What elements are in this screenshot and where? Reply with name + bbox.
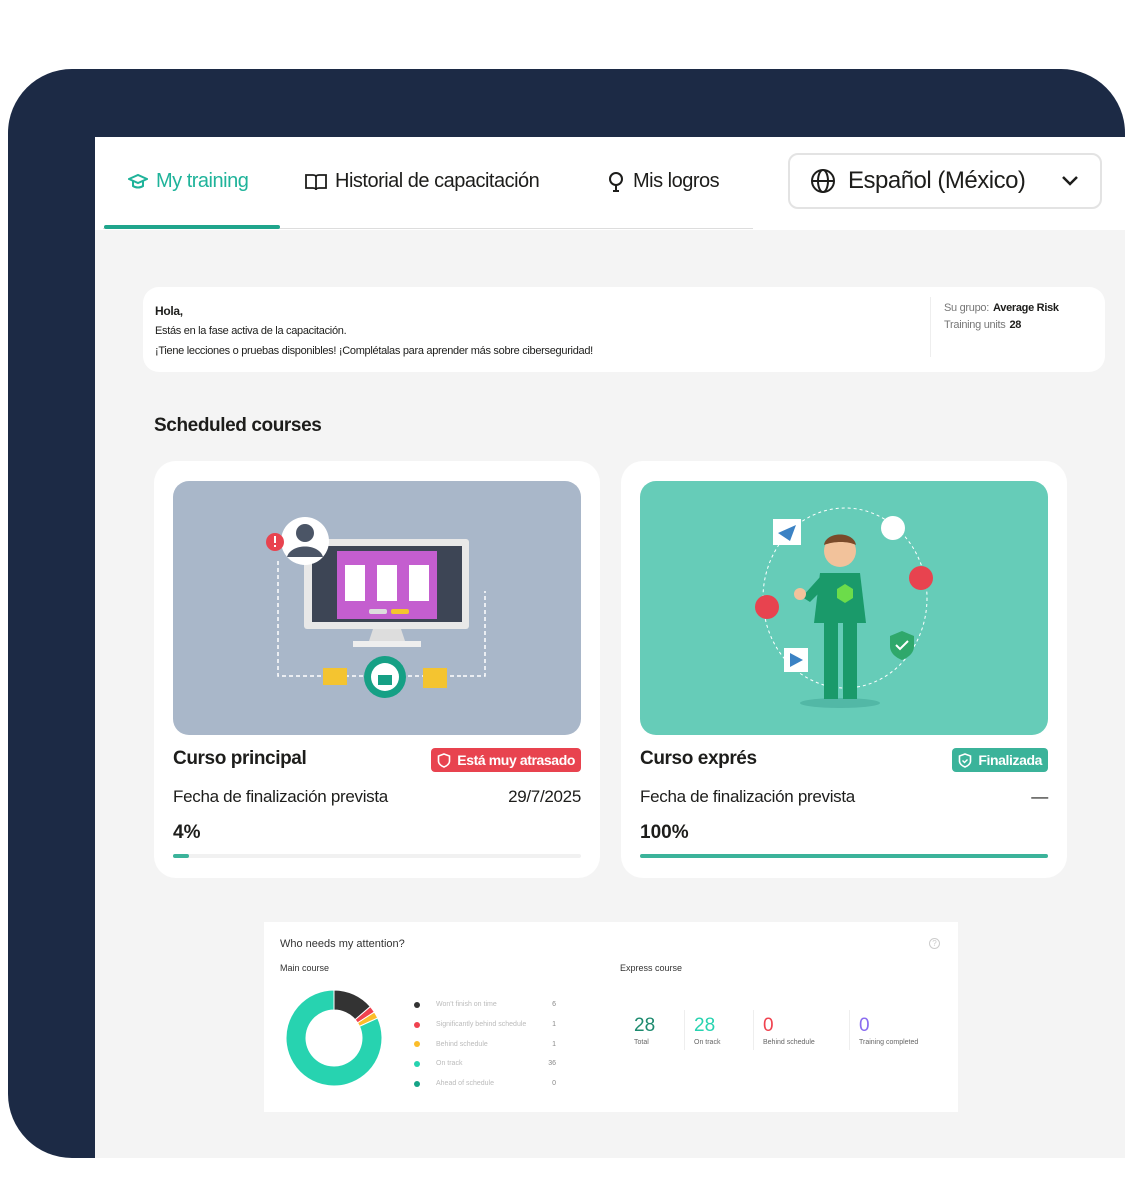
express-course-label: Express course bbox=[620, 963, 683, 973]
legend-item: On track 36 bbox=[414, 1054, 556, 1074]
status-line: Estás en la fase activa de la capacitaci… bbox=[155, 325, 347, 337]
app-panel: My training Historial de capacitación Mi… bbox=[95, 137, 1125, 1158]
header: My training Historial de capacitación Mi… bbox=[95, 137, 1125, 230]
tab-my-training[interactable]: My training bbox=[128, 170, 249, 193]
course-card-main[interactable]: Curso principal Está muy atrasado Fecha … bbox=[154, 461, 600, 878]
active-tab-indicator bbox=[104, 225, 280, 229]
main-course-label: Main course bbox=[280, 963, 330, 973]
help-icon[interactable]: ? bbox=[929, 938, 940, 949]
completion-date-row: Fecha de finalización prevista 29/7/2025 bbox=[173, 787, 581, 806]
legend-dot bbox=[414, 1060, 420, 1067]
progress-bar bbox=[640, 854, 1048, 858]
donut-chart bbox=[285, 989, 383, 1087]
tab-historial[interactable]: Historial de capacitación bbox=[305, 170, 540, 193]
legend-dot bbox=[414, 1080, 420, 1087]
graduation-cap-icon bbox=[128, 173, 148, 188]
status-badge: Finalizada bbox=[952, 748, 1048, 772]
progress-fill bbox=[640, 854, 1048, 858]
trophy-icon bbox=[609, 171, 623, 192]
tab-mis-logros[interactable]: Mis logros bbox=[607, 170, 720, 193]
legend-dot bbox=[414, 1041, 420, 1048]
language-select[interactable]: Español (México) bbox=[788, 153, 1102, 209]
training-units: Training units 28 bbox=[944, 319, 1022, 331]
book-icon bbox=[305, 173, 327, 190]
globe-icon bbox=[811, 169, 835, 193]
stat-training-completed: 0 Training completed bbox=[859, 1015, 919, 1046]
divider bbox=[684, 1010, 685, 1050]
legend-item: Significantly behind schedule 1 bbox=[414, 1015, 556, 1035]
widget-title: Who needs my attention? bbox=[280, 938, 405, 950]
chart-legend: Won't finish on time 6 Significantly behin… bbox=[414, 995, 556, 1093]
completion-date-row: Fecha de finalización prevista — bbox=[640, 787, 1048, 806]
progress-percent: 4% bbox=[173, 822, 201, 843]
welcome-panel: Hola, Estás en la fase activa de la capa… bbox=[143, 287, 1105, 372]
section-title: Scheduled courses bbox=[154, 415, 322, 436]
shield-icon bbox=[437, 752, 451, 768]
legend-dot bbox=[414, 1001, 420, 1008]
legend-item: Ahead of schedule 0 bbox=[414, 1074, 556, 1094]
attention-widget: Who needs my attention? ? Main course Ex… bbox=[264, 922, 958, 1112]
stat-behind-schedule: 0 Behind schedule bbox=[763, 1015, 815, 1046]
legend-item: Won't finish on time 6 bbox=[414, 995, 556, 1015]
stat-on-track: 28 On track bbox=[694, 1015, 721, 1046]
progress-bar bbox=[173, 854, 581, 858]
group-info: Su grupo: Average Risk bbox=[944, 302, 1059, 314]
legend-dot bbox=[414, 1021, 420, 1028]
course-illustration bbox=[173, 481, 581, 735]
divider bbox=[753, 1010, 754, 1050]
status-badge: Está muy atrasado bbox=[431, 748, 581, 772]
divider bbox=[930, 297, 931, 357]
divider bbox=[849, 1010, 850, 1050]
availability-line: ¡Tiene lecciones o pruebas disponibles! … bbox=[155, 345, 593, 357]
course-title: Curso principal bbox=[173, 748, 307, 769]
progress-percent: 100% bbox=[640, 822, 689, 843]
course-card-express[interactable]: Curso exprés Finalizada Fecha de finaliz… bbox=[621, 461, 1067, 878]
greeting: Hola, bbox=[155, 304, 183, 318]
progress-fill bbox=[173, 854, 190, 858]
course-illustration bbox=[640, 481, 1048, 735]
shield-check-icon bbox=[959, 752, 972, 768]
course-title: Curso exprés bbox=[640, 748, 757, 769]
legend-item: Behind schedule 1 bbox=[414, 1034, 556, 1054]
stat-total: 28 Total bbox=[634, 1015, 656, 1046]
chevron-down-icon bbox=[1062, 176, 1078, 186]
